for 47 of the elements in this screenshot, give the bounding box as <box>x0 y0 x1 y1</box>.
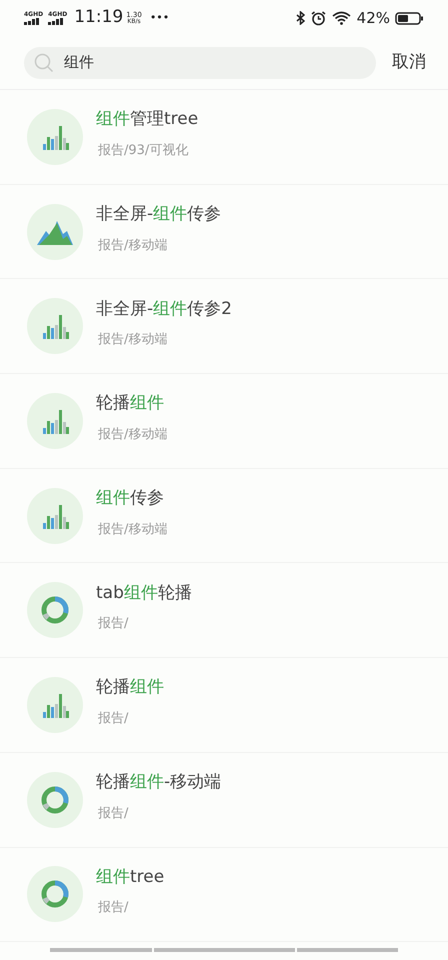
result-item[interactable]: 组件tree 报告/ <box>0 848 448 942</box>
wifi-icon <box>332 11 351 25</box>
result-path: 报告/移动端 <box>98 236 168 255</box>
result-title: 轮播组件 <box>96 676 164 700</box>
result-item[interactable]: 组件管理tree 报告/93/可视化 <box>0 90 448 185</box>
chart-icon <box>40 784 70 815</box>
signal-icon <box>48 18 66 24</box>
clock-time: 11:19 <box>74 6 124 30</box>
chart-icon <box>40 879 70 910</box>
alarm-icon <box>310 10 326 26</box>
result-title: 非全屏-组件传参 <box>96 203 222 226</box>
chart-icon <box>41 124 69 150</box>
result-title: tab组件轮播 <box>96 582 192 605</box>
chart-icon <box>41 692 69 718</box>
result-path: 报告/移动端 <box>98 331 168 350</box>
result-path: 报告/93/可视化 <box>98 142 190 160</box>
result-path: 报告/ <box>98 710 130 728</box>
result-title: 轮播组件 <box>96 392 165 416</box>
more-indicator: ••• <box>150 10 170 26</box>
signal-icon <box>24 18 41 24</box>
result-title: 组件管理tree <box>96 108 198 132</box>
battery-icon <box>395 12 424 24</box>
chart-icon <box>40 595 70 626</box>
battery-percent: 42% <box>356 8 390 29</box>
result-path: 报告/移动端 <box>98 426 168 444</box>
result-item[interactable]: 轮播组件 报告/移动端 <box>0 374 448 469</box>
result-item[interactable]: 组件传参 报告/移动端 <box>0 468 448 564</box>
result-path: 报告/ <box>98 615 130 634</box>
result-path: 报告/ <box>98 804 130 823</box>
result-item[interactable]: 轮播组件 报告/ <box>0 658 448 753</box>
result-item[interactable]: 轮播组件-移动端 报告/ <box>0 752 448 848</box>
chart-icon <box>41 313 69 340</box>
chart-icon <box>37 218 73 245</box>
chart-icon <box>41 502 69 529</box>
result-title: 非全屏-组件传参2 <box>96 298 232 321</box>
result-item[interactable]: 非全屏-组件传参 报告/移动端 <box>0 184 448 280</box>
result-item[interactable]: 非全屏-组件传参2 报告/移动端 <box>0 279 448 374</box>
result-item[interactable]: tab组件轮播 报告/ <box>0 563 448 658</box>
result-title: 组件tree <box>96 866 164 889</box>
bluetooth-icon <box>296 11 305 25</box>
cancel-button[interactable]: 取消 <box>388 50 430 76</box>
chart-icon <box>41 408 69 434</box>
result-path: 报告/移动端 <box>98 520 168 539</box>
result-title: 组件传参 <box>96 487 165 510</box>
result-path: 报告/ <box>98 899 130 918</box>
search-field[interactable]: 组件 <box>24 46 376 78</box>
result-title: 轮播组件-移动端 <box>96 771 222 794</box>
